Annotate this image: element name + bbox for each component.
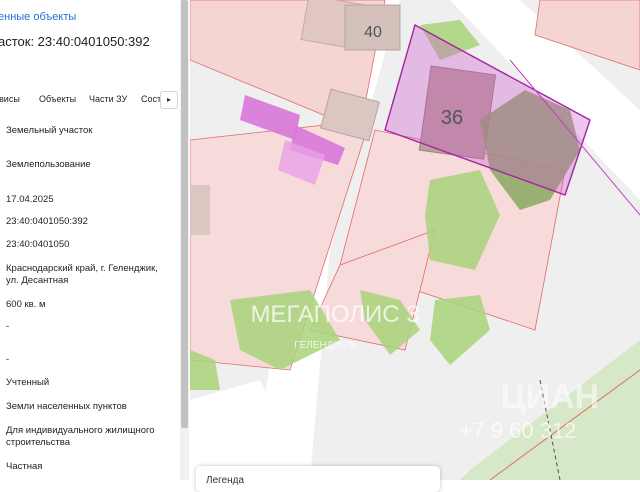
field-value-2: - — [6, 354, 10, 365]
building — [190, 185, 210, 235]
field-permitted-use: Для индивидуального жилищного строительс… — [6, 425, 155, 448]
related-objects-link[interactable]: енные объекты — [0, 11, 76, 23]
field-object-kind: Землепользование — [6, 159, 91, 170]
watermark-phone: +7 9 60 312 — [460, 418, 577, 443]
tabs-scroll-right-button[interactable]: ▸ — [160, 91, 178, 109]
field-date: 17.04.2025 — [6, 194, 54, 205]
field-address: Краснодарский край, г. Геленджик, ул. Де… — [6, 263, 158, 286]
house-number-36: 36 — [441, 107, 463, 129]
tab-status[interactable]: Сост — [141, 94, 161, 104]
field-object-type: Земельный участок — [6, 125, 93, 136]
tab-parcel-parts[interactable]: Части ЗУ — [89, 94, 127, 104]
field-area: 600 кв. м — [6, 299, 46, 310]
parcel-title: асток: 23:40:0401050:392 — [0, 34, 150, 49]
field-ownership: Частная — [6, 461, 43, 472]
cadastral-map[interactable]: 40 36 МЕГАПОЛИС 3 ГЕЛЕНДЖИК +7 9 60 312 … — [190, 0, 640, 480]
field-cadastral-number: 23:40:0401050:392 — [6, 216, 88, 227]
field-cadastral-quarter: 23:40:0401050 — [6, 239, 70, 250]
house-number-40: 40 — [364, 24, 382, 41]
field-value-1: - — [6, 321, 10, 332]
tab-objects[interactable]: Объекты — [39, 94, 76, 104]
legend-bar[interactable]: Легенда — [196, 466, 440, 492]
tab-services[interactable]: рвисы — [0, 94, 20, 104]
tab-bar: рвисы Объекты Части ЗУ Сост — [0, 94, 180, 108]
tree — [430, 295, 490, 365]
info-panel: енные объекты асток: 23:40:0401050:392 р… — [0, 0, 190, 480]
chevron-right-icon: ▸ — [166, 95, 171, 104]
map-canvas: 40 36 МЕГАПОЛИС 3 ГЕЛЕНДЖИК +7 9 60 312 … — [190, 0, 640, 480]
watermark-city: ГЕЛЕНДЖИК — [294, 340, 356, 351]
field-land-category: Земли населенных пунктов — [6, 401, 127, 412]
watermark-brand: МЕГАПОЛИС 3 — [250, 301, 419, 328]
field-status: Учтенный — [6, 377, 50, 388]
scrollbar-thumb[interactable] — [181, 0, 188, 428]
watermark-right-brand: ЦИАН — [501, 378, 599, 416]
panel-scrollbar[interactable] — [180, 0, 189, 480]
legend-label: Легенда — [206, 475, 245, 486]
